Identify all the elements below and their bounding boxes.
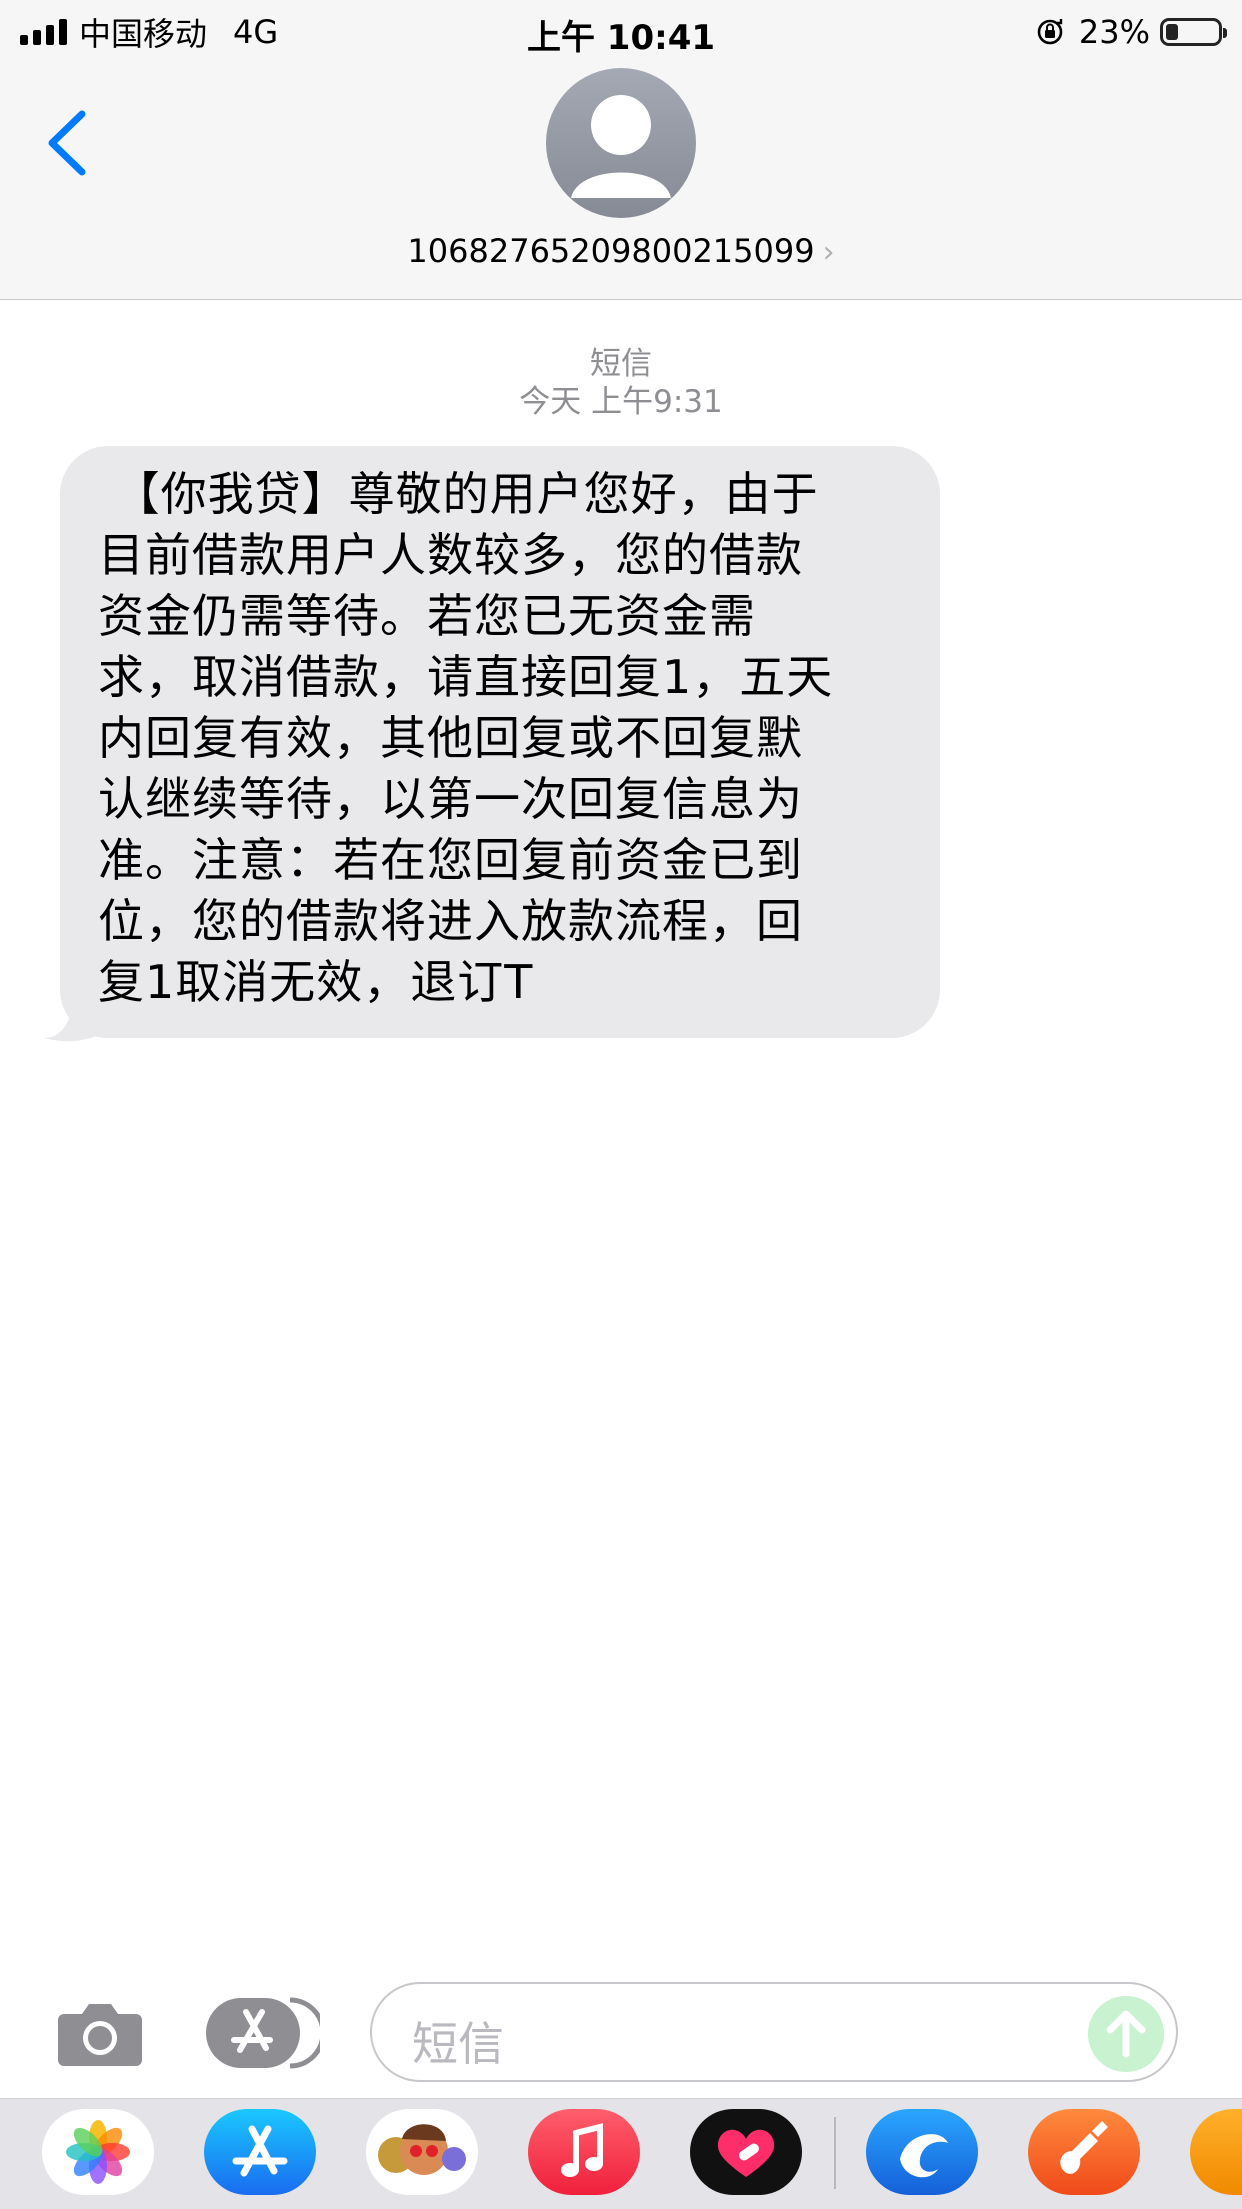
contact-number: 10682765209800215099 [407,232,815,270]
app-store-icon[interactable] [206,1996,320,2070]
drawer-divider [834,2117,836,2189]
chevron-right-icon: › [822,235,835,270]
message-text: 【你我贷】尊敬的用户您好，由于 目前借款用户人数较多，您的借款 资金仍需等待。若… [98,467,834,1009]
orientation-lock-icon [1037,19,1063,45]
app-drawer [0,2098,1242,2209]
photos-icon[interactable] [42,2109,154,2195]
music-icon[interactable] [528,2109,640,2195]
battery-level [1166,24,1178,40]
app-store-icon[interactable] [204,2109,316,2195]
message-input-placeholder: 短信 [412,2017,504,2071]
dolphin-app-icon[interactable] [866,2109,978,2195]
contact-details-button[interactable]: 10682765209800215099 › [0,232,1242,270]
message-input[interactable]: 短信 [370,1982,1178,2082]
partial-app-icon[interactable] [1190,2109,1242,2195]
camera-icon[interactable] [56,1998,144,2068]
heart-digital-touch-icon[interactable] [690,2109,802,2195]
contact-avatar[interactable] [546,68,696,218]
battery-icon [1160,18,1227,46]
back-chevron-icon[interactable] [44,108,94,178]
incoming-message-bubble[interactable]: 【你我贷】尊敬的用户您好，由于 目前借款用户人数较多，您的借款 资金仍需等待。若… [44,446,940,1042]
garageband-icon[interactable] [1028,2109,1140,2195]
conversation-header: 中国移动 4G 上午 10:41 23% 1068276520980021509… [0,0,1242,300]
battery-percent: 23% [1078,13,1150,51]
person-silhouette-icon [571,95,671,198]
memoji-icon[interactable] [366,2109,478,2195]
send-arrow-up-icon[interactable] [1088,1996,1164,2072]
message-timestamp: 今天 上午9:31 [519,384,723,420]
status-bar-right: 23% [1035,12,1227,52]
